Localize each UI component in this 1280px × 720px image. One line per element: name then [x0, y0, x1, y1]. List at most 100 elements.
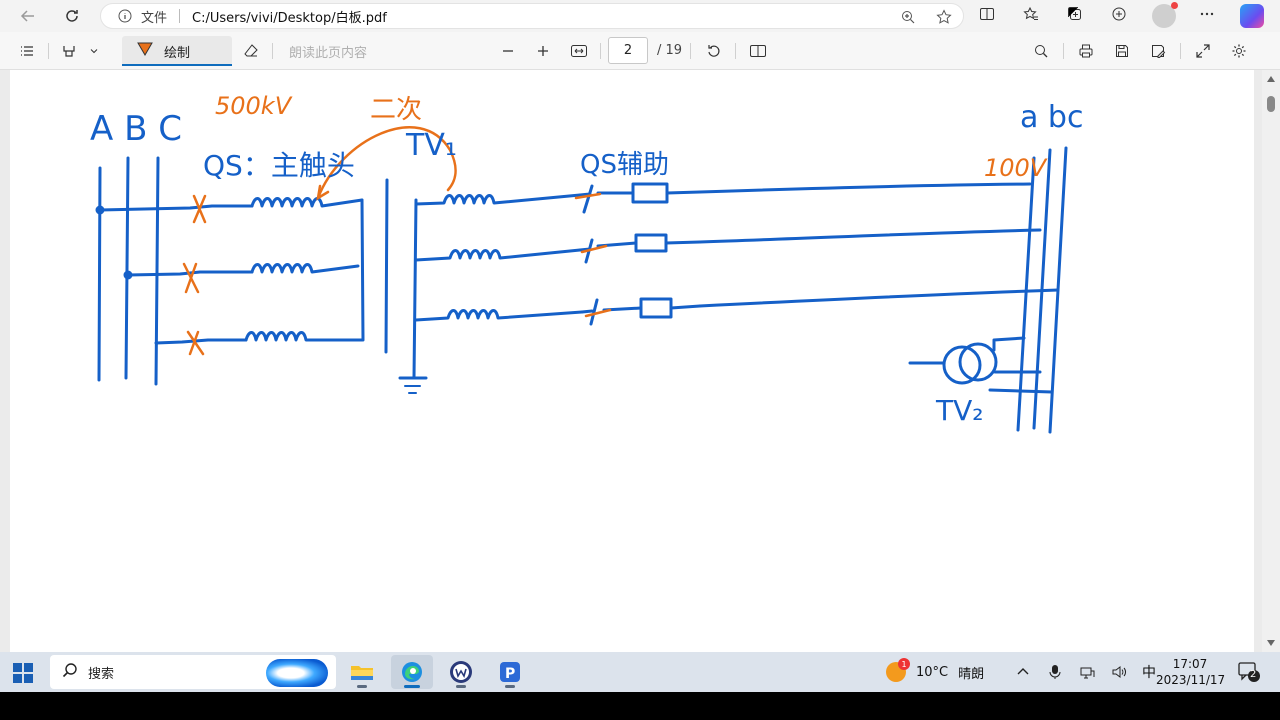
toolbar-separator — [1180, 43, 1181, 59]
clock-date: 2023/11/17 — [1156, 673, 1226, 687]
secondary-common — [412, 198, 418, 380]
label-secondary: 二次 — [370, 95, 422, 125]
address-bar[interactable]: 文件 C:/Users/vivi/Desktop/白板.pdf — [100, 3, 964, 29]
fit-width-icon[interactable] — [568, 39, 590, 63]
pdf-viewport[interactable]: A B C 500kV QS：主触头 TV₁ 二次 QS辅助 a bc 100V… — [0, 70, 1280, 652]
aux-switch-c — [580, 298, 599, 326]
app-indicator — [456, 685, 466, 688]
primary-coil-a — [250, 197, 364, 208]
taskbar-search-box[interactable]: 搜索 — [50, 655, 336, 689]
vertical-scrollbar[interactable] — [1262, 70, 1280, 652]
scroll-thumb[interactable] — [1267, 96, 1275, 112]
breaker-mark-b — [182, 262, 200, 294]
wps-writer-app[interactable] — [440, 655, 482, 689]
scroll-up-arrow-icon[interactable] — [1267, 76, 1275, 82]
svg-text:P: P — [505, 666, 515, 682]
toolbar-separator — [1063, 43, 1064, 59]
label-phases-right: a bc — [1020, 100, 1083, 135]
browser-titlebar: 文件 C:/Users/vivi/Desktop/白板.pdf — [0, 0, 1280, 32]
primary-coil-c — [244, 331, 364, 342]
read-aloud-button[interactable]: 朗读此页内容 — [289, 42, 367, 61]
breaker-mark-a — [192, 194, 207, 224]
extensions-icon[interactable] — [1108, 4, 1130, 24]
label-voltage-high: 500kV — [215, 92, 293, 120]
search-icon[interactable] — [1030, 39, 1052, 63]
zoom-icon[interactable] — [897, 7, 919, 27]
fuse-lead-c — [602, 304, 702, 312]
favorite-star-icon[interactable] — [933, 7, 955, 27]
whiteboard-drawing: A B C 500kV QS：主触头 TV₁ 二次 QS辅助 a bc 100V… — [90, 92, 1083, 434]
ime-indicator[interactable]: 中 — [1142, 662, 1156, 682]
chevron-down-icon[interactable] — [86, 39, 102, 63]
edge-icon — [402, 662, 422, 682]
weather-text: 晴朗 — [958, 666, 985, 682]
fuse-b — [634, 233, 668, 253]
secondary-line-c — [698, 288, 1060, 308]
label-tv1: TV₁ — [405, 128, 457, 163]
save-icon[interactable] — [1111, 39, 1133, 63]
file-explorer-app[interactable] — [341, 655, 383, 689]
primary-branch-a — [98, 204, 254, 212]
info-icon[interactable] — [117, 8, 133, 24]
label-voltage-low: 100V — [984, 154, 1048, 182]
papago-icon: P — [500, 662, 520, 682]
page-view-icon[interactable] — [747, 39, 769, 63]
network-icon[interactable] — [1076, 662, 1098, 682]
print-icon[interactable] — [1075, 39, 1097, 63]
primary-branch-c — [154, 338, 248, 345]
volume-icon[interactable] — [1108, 662, 1130, 682]
more-options-icon[interactable] — [1196, 4, 1218, 24]
primary-coil-b — [250, 263, 360, 274]
pdf-toolbar: 绘制 朗读此页内容 2 / 19 — [0, 32, 1280, 70]
clock-time: 17:07 — [1172, 657, 1208, 671]
toolbar-separator — [272, 43, 273, 59]
zoom-in-icon[interactable] — [533, 39, 553, 63]
eraser-icon[interactable] — [240, 39, 262, 63]
back-arrow-icon[interactable] — [14, 4, 42, 28]
settings-gear-icon[interactable] — [1228, 39, 1250, 63]
microphone-icon[interactable] — [1044, 662, 1066, 682]
scroll-down-arrow-icon[interactable] — [1267, 640, 1275, 646]
app-indicator — [505, 685, 515, 688]
profile-avatar[interactable] — [1152, 2, 1178, 28]
address-url[interactable]: C:/Users/vivi/Desktop/白板.pdf — [192, 7, 387, 26]
notification-count: 2 — [1250, 669, 1257, 680]
wps-writer-icon — [450, 661, 472, 683]
secondary-line-b — [698, 228, 1042, 244]
papago-app[interactable]: P — [489, 655, 531, 689]
contents-list-icon[interactable] — [16, 39, 38, 63]
copilot-icon[interactable] — [1240, 4, 1264, 28]
collections-icon[interactable] — [1064, 4, 1086, 24]
draw-tool-button[interactable]: 绘制 — [122, 36, 232, 66]
bus-a-line — [97, 166, 102, 382]
refresh-icon[interactable] — [58, 4, 86, 28]
folder-icon — [351, 666, 373, 680]
search-highlight-image — [266, 659, 328, 687]
chevron-up-icon[interactable] — [1012, 662, 1034, 682]
primary-neutral — [360, 198, 365, 342]
notification-center-icon[interactable]: 2 — [1238, 662, 1260, 682]
edge-app[interactable] — [391, 655, 433, 689]
aux-switch-a — [578, 184, 594, 214]
toolbar-separator — [600, 43, 601, 59]
fullscreen-icon[interactable] — [1192, 39, 1214, 63]
weather-widget[interactable]: 1 10°C 晴朗 — [886, 652, 984, 692]
screen-bottom-border — [0, 692, 1280, 720]
page-number-input[interactable]: 2 — [608, 37, 648, 64]
secondary-branch-b — [414, 248, 582, 262]
weather-badge: 1 — [898, 658, 910, 670]
label-qs-aux: QS辅助 — [580, 150, 669, 180]
rotate-icon[interactable] — [703, 39, 725, 63]
address-prefix: 文件 — [141, 10, 168, 26]
toolbar-separator — [48, 43, 49, 59]
label-qs-main: QS：主触头 — [203, 149, 355, 182]
windows-start-icon[interactable] — [12, 662, 34, 684]
taskbar-clock[interactable]: 17:07 2023/11/17 — [1156, 656, 1226, 688]
pdf-page: A B C 500kV QS：主触头 TV₁ 二次 QS辅助 a bc 100V… — [10, 70, 1254, 652]
highlight-icon[interactable] — [58, 39, 80, 63]
draw-label: 绘制 — [164, 45, 191, 61]
save-as-icon[interactable] — [1147, 39, 1169, 63]
zoom-out-icon[interactable] — [498, 39, 518, 63]
split-screen-icon[interactable] — [976, 4, 998, 24]
favorites-icon[interactable] — [1020, 4, 1042, 24]
